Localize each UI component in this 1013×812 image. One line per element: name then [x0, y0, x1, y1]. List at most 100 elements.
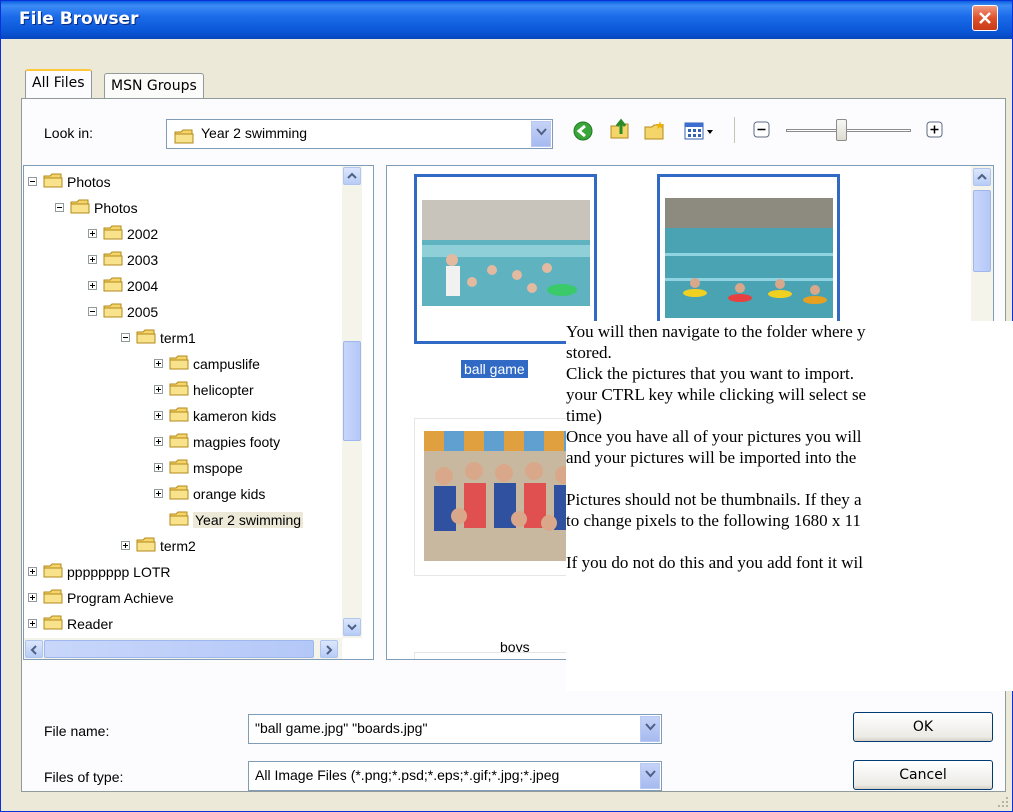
- expand-icon[interactable]: [28, 567, 37, 576]
- back-icon[interactable]: [572, 120, 594, 142]
- tree-item[interactable]: Photos: [24, 198, 342, 222]
- chevron-down-icon[interactable]: [640, 716, 660, 742]
- expand-icon[interactable]: [28, 619, 37, 628]
- folder-icon: [43, 589, 63, 607]
- zoom-slider-handle[interactable]: [836, 119, 847, 141]
- file-type-label: Files of type:: [44, 769, 124, 785]
- expand-icon[interactable]: [154, 385, 163, 394]
- tree-item-label: pppppppp LOTR: [67, 564, 171, 580]
- expand-icon[interactable]: [121, 541, 130, 550]
- scroll-down-button[interactable]: [343, 618, 361, 636]
- tab-label: MSN Groups: [111, 78, 197, 94]
- thumbnail-boards[interactable]: [657, 174, 840, 344]
- file-name-label: File name:: [44, 723, 110, 739]
- tree-item-label: Reader: [67, 616, 113, 632]
- resize-grip-icon[interactable]: [997, 796, 1009, 808]
- thumbnail-ball-game[interactable]: [414, 174, 597, 344]
- expand-icon[interactable]: [154, 463, 163, 472]
- tree-vertical-scrollbar[interactable]: [342, 166, 362, 638]
- tree-item[interactable]: mspope: [24, 458, 342, 482]
- expand-icon[interactable]: [154, 437, 163, 446]
- collapse-icon[interactable]: [88, 307, 97, 316]
- expand-icon[interactable]: [88, 229, 97, 238]
- folder-icon: [169, 511, 189, 529]
- tree-item[interactable]: campuslife: [24, 354, 342, 378]
- tree-horizontal-scrollbar[interactable]: [24, 638, 342, 659]
- expand-icon[interactable]: [154, 411, 163, 420]
- tree-item-label: mspope: [193, 460, 243, 476]
- title-bar[interactable]: File Browser: [1, 1, 1012, 39]
- chevron-down-icon[interactable]: [640, 763, 660, 789]
- tree-item-label: 2005: [127, 304, 159, 320]
- instruction-line: Pictures should not be thumbnails. If th…: [566, 490, 862, 509]
- tab-label: All Files: [32, 75, 85, 91]
- tree-item[interactable]: kameron kids: [24, 406, 342, 430]
- scroll-thumb[interactable]: [44, 640, 314, 658]
- tree-item[interactable]: 2003: [24, 250, 342, 274]
- close-button[interactable]: [972, 5, 998, 31]
- file-name-field[interactable]: "ball game.jpg" "boards.jpg": [248, 714, 662, 744]
- folder-icon: [136, 537, 156, 555]
- tab-all-files[interactable]: All Files: [25, 69, 92, 99]
- expand-icon[interactable]: [154, 489, 163, 498]
- tree-item[interactable]: orange kids: [24, 484, 342, 508]
- collapse-icon[interactable]: [55, 203, 64, 212]
- close-icon: [979, 12, 991, 24]
- instruction-line: You will then navigate to the folder whe…: [566, 322, 866, 341]
- look-in-value: Year 2 swimming: [201, 125, 308, 141]
- tree-item[interactable]: Reader: [24, 614, 342, 638]
- ok-button[interactable]: OK: [853, 712, 993, 742]
- tree-item[interactable]: 2002: [24, 224, 342, 248]
- folder-icon: [43, 173, 63, 191]
- expand-icon[interactable]: [88, 281, 97, 290]
- tree-item[interactable]: Program Achieve: [24, 588, 342, 612]
- up-folder-icon[interactable]: [609, 118, 631, 140]
- scroll-thumb[interactable]: [343, 341, 361, 441]
- tree-item[interactable]: helicopter: [24, 380, 342, 404]
- instruction-line: Click the pictures that you want to impo…: [566, 364, 855, 383]
- scroll-up-button[interactable]: [973, 168, 991, 186]
- zoom-out-icon[interactable]: [753, 121, 771, 139]
- tree-item[interactable]: 2004: [24, 276, 342, 300]
- collapse-icon[interactable]: [121, 333, 130, 342]
- collapse-icon[interactable]: [28, 177, 37, 186]
- expand-icon[interactable]: [88, 255, 97, 264]
- folder-icon: [169, 381, 189, 399]
- instruction-line: and your pictures will be imported into …: [566, 448, 857, 467]
- scroll-up-button[interactable]: [343, 167, 361, 185]
- folder-icon: [103, 251, 123, 269]
- scroll-left-button[interactable]: [25, 640, 43, 658]
- tree-item[interactable]: Photos: [24, 172, 342, 196]
- tree-item[interactable]: magpies footy: [24, 432, 342, 456]
- instruction-line: stored.: [566, 343, 612, 362]
- tree-item[interactable]: 2005: [24, 302, 342, 326]
- thumbnail-caption: ball game: [461, 360, 528, 378]
- photo-image: [665, 198, 833, 318]
- photo-image: [424, 431, 589, 561]
- scroll-right-button[interactable]: [320, 640, 338, 658]
- tree-item[interactable]: pppppppp LOTR: [24, 562, 342, 586]
- expand-icon[interactable]: [28, 593, 37, 602]
- folder-icon: [103, 225, 123, 243]
- file-type-value: All Image Files (*.png;*.psd;*.eps;*.gif…: [255, 767, 560, 783]
- tree-item[interactable]: term1: [24, 328, 342, 352]
- expand-icon[interactable]: [154, 359, 163, 368]
- look-in-dropdown[interactable]: Year 2 swimming: [166, 119, 553, 149]
- cancel-button[interactable]: Cancel: [853, 760, 993, 790]
- scroll-thumb[interactable]: [973, 190, 991, 272]
- chevron-down-icon[interactable]: [531, 121, 551, 147]
- folder-tree[interactable]: Photos Photos 2002 2003 2004 2005 term1 campusl…: [23, 165, 374, 660]
- tab-msn-groups[interactable]: MSN Groups: [104, 73, 204, 99]
- file-name-value: "ball game.jpg" "boards.jpg": [255, 720, 428, 736]
- tree-item[interactable]: term2: [24, 536, 342, 560]
- views-icon[interactable]: [684, 120, 718, 142]
- new-folder-icon[interactable]: [644, 120, 666, 142]
- zoom-in-icon[interactable]: [926, 121, 944, 139]
- tree-item[interactable]: Year 2 swimming: [24, 510, 342, 534]
- tree-item-label: campuslife: [193, 356, 260, 372]
- zoom-slider-track[interactable]: [786, 129, 911, 132]
- folder-icon: [43, 615, 63, 633]
- file-type-dropdown[interactable]: All Image Files (*.png;*.psd;*.eps;*.gif…: [248, 761, 662, 791]
- folder-icon: [43, 563, 63, 581]
- tree-item-label: Photos: [94, 200, 138, 216]
